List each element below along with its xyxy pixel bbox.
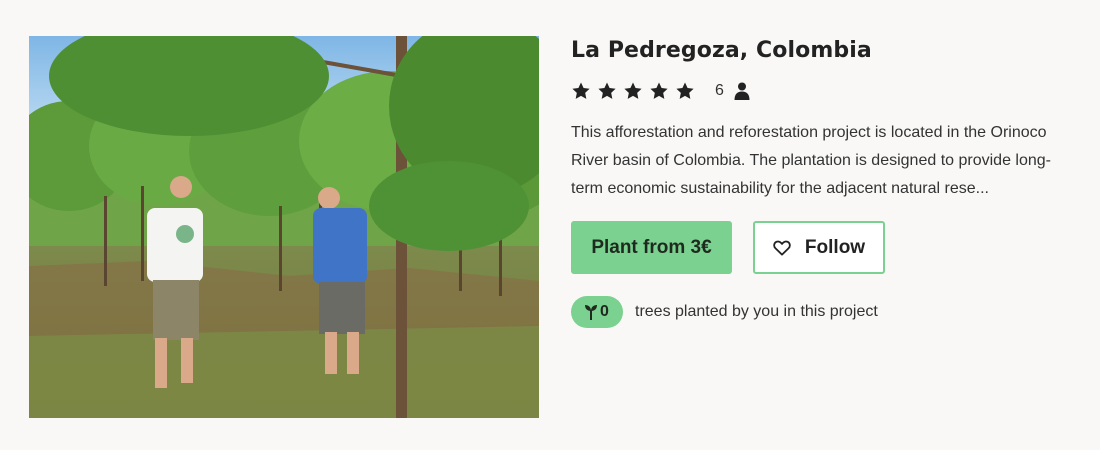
- person-icon: [734, 82, 750, 100]
- project-title[interactable]: La Pedregoza, Colombia: [571, 36, 1071, 66]
- star-icon: [650, 82, 668, 99]
- plant-button[interactable]: Plant from 3€: [571, 221, 732, 274]
- star-icon: [572, 82, 590, 99]
- planted-count: 0: [600, 303, 609, 320]
- project-description: This afforestation and reforestation pro…: [571, 124, 1051, 197]
- project-actions: Plant from 3€ Follow: [571, 221, 1071, 274]
- star-rating: [571, 81, 695, 101]
- project-details: La Pedregoza, Colombia 6 This afforestat…: [571, 36, 1071, 328]
- follow-label: Follow: [804, 236, 866, 258]
- project-photo[interactable]: [29, 36, 539, 418]
- star-icon: [598, 82, 616, 99]
- star-icon: [676, 82, 694, 99]
- planted-row: 0 trees planted by you in this project: [571, 296, 1071, 328]
- follow-button[interactable]: Follow: [753, 221, 885, 274]
- rating-count: 6: [715, 82, 724, 99]
- planted-badge: 0: [571, 296, 623, 328]
- planted-text: trees planted by you in this project: [635, 303, 878, 320]
- sprout-icon: [585, 305, 597, 320]
- rating-row: 6: [571, 79, 1071, 103]
- heart-icon: [773, 240, 791, 256]
- project-card: La Pedregoza, Colombia 6 This afforestat…: [0, 0, 1100, 450]
- star-icon: [624, 82, 642, 99]
